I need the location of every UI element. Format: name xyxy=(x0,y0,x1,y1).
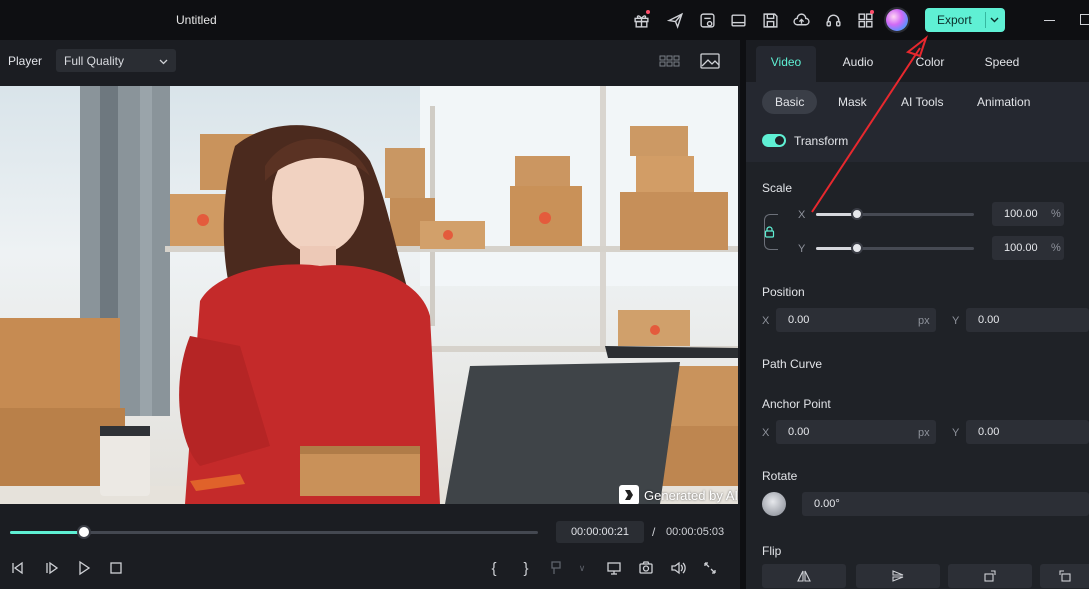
anchor-x-label: X xyxy=(762,427,770,439)
scale-y-unit: % xyxy=(1051,242,1061,254)
tab-video[interactable]: Video xyxy=(756,46,816,82)
slider-handle[interactable] xyxy=(851,208,864,220)
current-time[interactable]: 00:00:00:21 xyxy=(556,521,644,543)
rotate-input[interactable]: 0.00° xyxy=(802,492,1089,516)
position-y-input[interactable]: 0.00 xyxy=(966,308,1089,332)
position-x-input[interactable]: 0.00 xyxy=(776,308,936,332)
scale-x-slider[interactable] xyxy=(816,208,974,220)
subtab-ai-tools[interactable]: AI Tools xyxy=(888,90,956,114)
player-header: Player Full Quality xyxy=(0,40,740,82)
flip-vertical-button[interactable] xyxy=(856,564,940,588)
cloud-upload-icon[interactable] xyxy=(791,10,811,30)
position-x-unit: px xyxy=(918,315,930,327)
path-curve-label: Path Curve xyxy=(762,357,823,371)
scale-label: Scale xyxy=(762,181,793,195)
image-icon[interactable] xyxy=(699,52,721,70)
flip-label: Flip xyxy=(762,544,782,558)
rotate-dial[interactable] xyxy=(762,492,786,516)
export-label: Export xyxy=(937,13,972,27)
layout-icon[interactable] xyxy=(728,10,748,30)
display-icon[interactable] xyxy=(604,558,624,578)
ai-orb-icon[interactable] xyxy=(886,9,908,31)
transform-toggle[interactable] xyxy=(762,134,786,147)
title-bar: Untitled Export xyxy=(0,0,1089,40)
scale-y-slider[interactable] xyxy=(816,242,974,254)
subtab-animation[interactable]: Animation xyxy=(964,90,1043,114)
subtab-mask[interactable]: Mask xyxy=(825,90,880,114)
anchor-y-label: Y xyxy=(952,427,960,439)
position-label: Position xyxy=(762,285,805,299)
volume-icon[interactable] xyxy=(668,558,688,578)
compare-view-icon[interactable] xyxy=(659,52,681,70)
player-label: Player xyxy=(8,54,43,68)
headset-icon[interactable] xyxy=(823,10,843,30)
scale-x-unit: % xyxy=(1051,208,1061,220)
lock-icon[interactable] xyxy=(764,226,775,241)
quality-value: Full Quality xyxy=(64,54,125,68)
scale-y-label: Y xyxy=(798,243,806,255)
transform-section-header: Transform xyxy=(746,120,1089,162)
anchor-x-input[interactable]: 0.00 xyxy=(776,420,936,444)
tab-color[interactable]: Color xyxy=(900,46,960,82)
flip-vertical-icon xyxy=(892,570,904,582)
anchor-point-label: Anchor Point xyxy=(762,397,831,411)
mark-in-icon[interactable]: { xyxy=(484,558,504,578)
tab-audio[interactable]: Audio xyxy=(828,46,888,82)
gift-icon[interactable] xyxy=(631,10,651,30)
time-separator: / xyxy=(652,525,656,539)
minimize-icon[interactable] xyxy=(1044,20,1055,21)
playback-progress-bar[interactable] xyxy=(10,525,538,539)
position-y-label: Y xyxy=(952,315,960,327)
chevron-down-icon[interactable]: ∨ xyxy=(572,558,592,578)
position-x-label: X xyxy=(762,315,770,327)
mark-out-icon[interactable]: } xyxy=(516,558,536,578)
rotate-left-icon xyxy=(1058,570,1071,582)
transform-label: Transform xyxy=(794,134,849,148)
video-frame-image xyxy=(0,86,738,504)
slider-handle[interactable] xyxy=(851,242,864,254)
property-subtabs: Basic Mask AI Tools Animation xyxy=(746,82,1089,120)
snapshot-icon[interactable] xyxy=(636,558,656,578)
stop-icon[interactable] xyxy=(106,558,126,578)
quality-select[interactable]: Full Quality xyxy=(56,49,176,72)
send-icon[interactable] xyxy=(665,10,685,30)
chevron-down-icon xyxy=(159,54,168,68)
watermark-text: Generated by AI xyxy=(644,487,738,503)
project-title: Untitled xyxy=(176,13,217,27)
subtab-basic[interactable]: Basic xyxy=(762,90,818,114)
video-preview[interactable]: Generated by AI xyxy=(0,86,738,504)
flip-horizontal-button[interactable] xyxy=(762,564,846,588)
clip-icon[interactable] xyxy=(548,558,568,578)
property-panel: Video Audio Color Speed Basic Mask AI To… xyxy=(746,40,1089,589)
anchor-y-input[interactable]: 0.00 xyxy=(966,420,1089,444)
total-duration: 00:00:05:03 xyxy=(666,526,725,538)
media-check-icon[interactable] xyxy=(697,10,717,30)
rotate-left-button[interactable] xyxy=(1040,564,1089,588)
notification-dot xyxy=(646,10,650,14)
ai-watermark: Generated by AI xyxy=(619,485,738,504)
chevron-down-icon[interactable] xyxy=(985,12,999,28)
flip-horizontal-icon xyxy=(797,570,811,582)
player-panel: Player Full Quality Generated by AI 00:0… xyxy=(0,40,740,589)
rotate-right-icon xyxy=(984,570,996,582)
progress-fill xyxy=(10,531,84,534)
save-icon[interactable] xyxy=(760,10,780,30)
tab-speed[interactable]: Speed xyxy=(972,46,1032,82)
fullscreen-icon[interactable] xyxy=(700,558,720,578)
rotate-right-button[interactable] xyxy=(948,564,1032,588)
scale-x-label: X xyxy=(798,209,806,221)
export-button[interactable]: Export xyxy=(925,8,1005,32)
apps-grid-icon[interactable] xyxy=(855,10,875,30)
property-tabs: Video Audio Color Speed xyxy=(746,40,1089,82)
maximize-icon[interactable] xyxy=(1080,14,1089,25)
playhead-handle[interactable] xyxy=(76,525,91,539)
play-icon[interactable] xyxy=(74,558,94,578)
prev-frame-icon[interactable] xyxy=(8,558,28,578)
anchor-x-unit: px xyxy=(918,427,930,439)
filmora-logo-icon xyxy=(619,485,640,504)
rotate-label: Rotate xyxy=(762,469,798,483)
notification-dot xyxy=(870,10,874,14)
play-from-start-icon[interactable] xyxy=(42,558,62,578)
